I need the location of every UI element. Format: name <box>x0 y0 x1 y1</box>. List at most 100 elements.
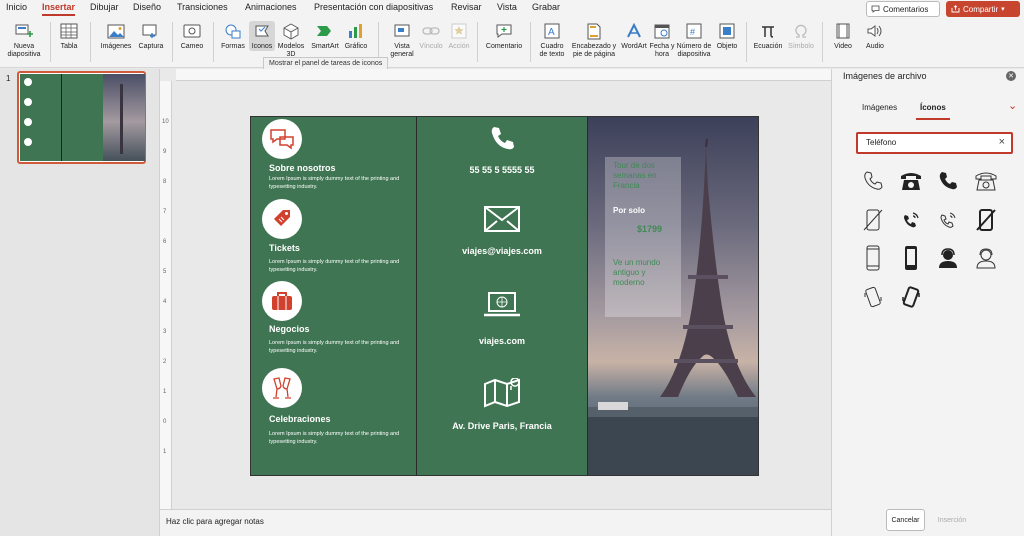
wordart-icon <box>624 21 644 41</box>
brochure-slide[interactable]: Sobre nosotros Lorem Ipsum is simply dum… <box>250 116 759 476</box>
header-footer-button[interactable]: Encabezado y pie de página <box>570 21 618 59</box>
contact-phone: 55 55 5 5555 55 <box>469 165 535 175</box>
capture-button[interactable]: Captura <box>136 21 166 51</box>
action-label: Acción <box>448 43 470 50</box>
tab-grabar[interactable]: Grabar <box>532 2 560 12</box>
capture-label: Captura <box>138 43 164 50</box>
tab-insertar[interactable]: Insertar <box>42 2 76 16</box>
ribbon-divider <box>50 22 51 62</box>
ribbon-divider <box>213 22 214 62</box>
tab-transiciones[interactable]: Transiciones <box>177 2 228 12</box>
vertical-ruler: 10 9 8 7 6 5 4 3 2 1 0 1 <box>160 81 172 509</box>
headset-operator-outline-icon[interactable] <box>969 241 1003 275</box>
notes-area[interactable]: Haz clic para agregar notas <box>160 509 831 536</box>
tab-revisar[interactable]: Revisar <box>451 2 482 12</box>
chevron-down-icon[interactable]: ⌄ <box>1008 99 1017 112</box>
tab-presentacion[interactable]: Presentación con diapositivas <box>314 2 433 12</box>
wordart-label: WordArt <box>621 43 647 50</box>
slide-number-label: Número de diapositiva <box>676 43 712 58</box>
contact-icon-wrap <box>417 378 587 408</box>
laptop-globe-icon <box>484 292 520 317</box>
comment-button[interactable]: Comentario <box>484 21 524 51</box>
comments-button[interactable]: Comentarios <box>866 1 940 17</box>
cancel-button[interactable]: Cancelar <box>886 509 925 531</box>
slide-number-button[interactable]: # Número de diapositiva <box>674 21 714 59</box>
chart-button[interactable]: Gráfico <box>342 21 370 51</box>
equation-button[interactable]: Ecuación <box>752 21 784 51</box>
tab-inicio[interactable]: Inicio <box>6 2 27 12</box>
tab-animaciones[interactable]: Animaciones <box>245 2 297 12</box>
close-icon[interactable]: ✕ <box>1006 71 1016 81</box>
audio-button[interactable]: Audio <box>860 21 890 51</box>
shapes-button[interactable]: Formas <box>219 21 247 51</box>
object-label: Objeto <box>716 43 738 50</box>
feature-title: Negocios <box>269 324 310 334</box>
icons-button[interactable]: Iconos <box>249 21 275 51</box>
phone-ringing-filled-icon[interactable] <box>894 203 928 237</box>
phone-vibrate-filled-icon[interactable] <box>894 280 928 314</box>
ribbon-divider <box>530 22 531 62</box>
contact-address: Av. Drive Paris, Francia <box>452 421 552 431</box>
icon-search-input[interactable]: Teléfono × <box>856 132 1013 154</box>
table-button[interactable]: Tabla <box>56 21 82 51</box>
tab-vista[interactable]: Vista <box>497 2 517 12</box>
tab-diseno[interactable]: Diseño <box>133 2 161 12</box>
symbol-button[interactable]: Símbolo <box>786 21 816 51</box>
cameo-button[interactable]: Cameo <box>178 21 206 51</box>
rotary-phone-filled-icon[interactable] <box>894 164 928 198</box>
omega-icon <box>791 21 811 41</box>
images-button[interactable]: Imágenes <box>99 21 133 51</box>
smartart-button[interactable]: SmartArt <box>308 21 342 51</box>
symbol-label: Símbolo <box>788 43 814 50</box>
cube-icon <box>281 21 301 41</box>
video-button[interactable]: Video <box>830 21 856 51</box>
textbox-button[interactable]: A Cuadro de texto <box>536 21 568 59</box>
no-phone-outline-icon[interactable] <box>856 203 890 237</box>
zoom-button[interactable]: Vista general <box>386 21 418 59</box>
zoom-label: Vista general <box>390 43 414 58</box>
contact-email: viajes@viajes.com <box>462 246 542 256</box>
picture-icon <box>106 21 126 41</box>
table-icon <box>59 21 79 41</box>
action-button[interactable]: Acción <box>446 21 472 51</box>
table-label: Tabla <box>60 43 78 50</box>
no-phone-filled-icon[interactable] <box>969 203 1003 237</box>
comment-icon <box>871 5 880 13</box>
add-comment-icon <box>494 21 514 41</box>
wordart-button[interactable]: WordArt <box>619 21 649 51</box>
link-button[interactable]: Vínculo <box>418 21 444 51</box>
new-slide-icon <box>14 21 34 41</box>
smartphone-outline-icon[interactable] <box>856 241 890 275</box>
insert-button[interactable]: Inserción <box>932 509 972 531</box>
headset-operator-filled-icon[interactable] <box>931 241 965 275</box>
tab-icons[interactable]: Íconos <box>916 103 950 120</box>
promo-tour: Tour de dos semanas en Francia <box>613 161 657 190</box>
phone-handset-filled-icon[interactable] <box>931 164 965 198</box>
ribbon-divider <box>90 22 91 62</box>
tab-images[interactable]: Imágenes <box>862 103 897 112</box>
new-slide-button[interactable]: Nueva diapositiva <box>5 21 43 59</box>
slide-thumbnail[interactable] <box>17 71 146 164</box>
3d-models-button[interactable]: Modelos 3D <box>276 21 306 59</box>
feature-body: Lorem Ipsum is simply dummy text of the … <box>269 340 400 354</box>
action-star-icon <box>449 21 469 41</box>
share-button[interactable]: Compartir ▾ <box>946 1 1020 17</box>
screenshot-icon <box>141 21 161 41</box>
feature-title: Celebraciones <box>269 414 331 424</box>
comment-label: Comentario <box>485 43 523 50</box>
date-time-button[interactable]: Fecha y hora <box>649 21 675 59</box>
phone-ringing-outline-icon[interactable] <box>931 203 965 237</box>
folded-map-icon <box>484 378 520 408</box>
phone-vibrate-outline-icon[interactable] <box>856 280 890 314</box>
feature-icon-circle <box>262 368 302 408</box>
clear-search-icon[interactable]: × <box>999 136 1005 148</box>
speaker-icon <box>865 21 885 41</box>
rotary-phone-outline-icon[interactable] <box>969 164 1003 198</box>
video-label: Video <box>834 43 852 50</box>
pi-icon <box>758 21 778 41</box>
object-button[interactable]: Objeto <box>714 21 740 51</box>
smartphone-filled-icon[interactable] <box>894 241 928 275</box>
tab-dibujar[interactable]: Dibujar <box>90 2 119 12</box>
phone-handset-outline-icon[interactable] <box>856 164 890 198</box>
chart-icon <box>346 21 366 41</box>
